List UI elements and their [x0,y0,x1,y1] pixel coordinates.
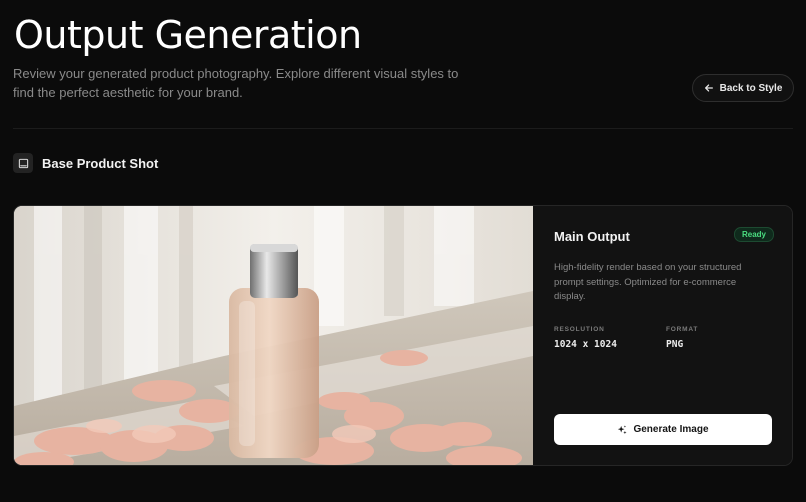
resolution-meta: RESOLUTION 1024 x 1024 [554,326,617,350]
page-subtitle: Review your generated product photograph… [13,66,459,100]
format-label: FORMAT [666,326,699,333]
output-description: High-fidelity render based on your struc… [554,262,742,302]
header-divider [13,128,793,129]
output-details-panel: Main Output Ready High-fidelity render b… [533,206,792,465]
format-value: PNG [666,339,684,350]
generate-button-label: Generate Image [633,424,709,435]
back-button-label: Back to Style [719,82,783,94]
image-icon [13,153,33,173]
back-to-style-button[interactable]: Back to Style [692,74,794,102]
generate-image-button[interactable]: Generate Image [554,414,772,445]
output-title: Main Output [554,229,630,244]
product-photo[interactable] [14,206,533,465]
resolution-label: RESOLUTION [554,326,605,333]
page-title: Output Generation [14,13,362,57]
section-title: Base Product Shot [42,155,159,171]
output-card: Main Output Ready High-fidelity render b… [13,205,793,466]
status-badge: Ready [733,227,774,242]
format-meta: FORMAT PNG [666,326,698,350]
sparkles-icon [618,424,628,434]
resolution-value: 1024 x 1024 [554,339,617,350]
section-header: Base Product Shot [13,153,158,173]
arrow-left-icon [704,84,713,92]
